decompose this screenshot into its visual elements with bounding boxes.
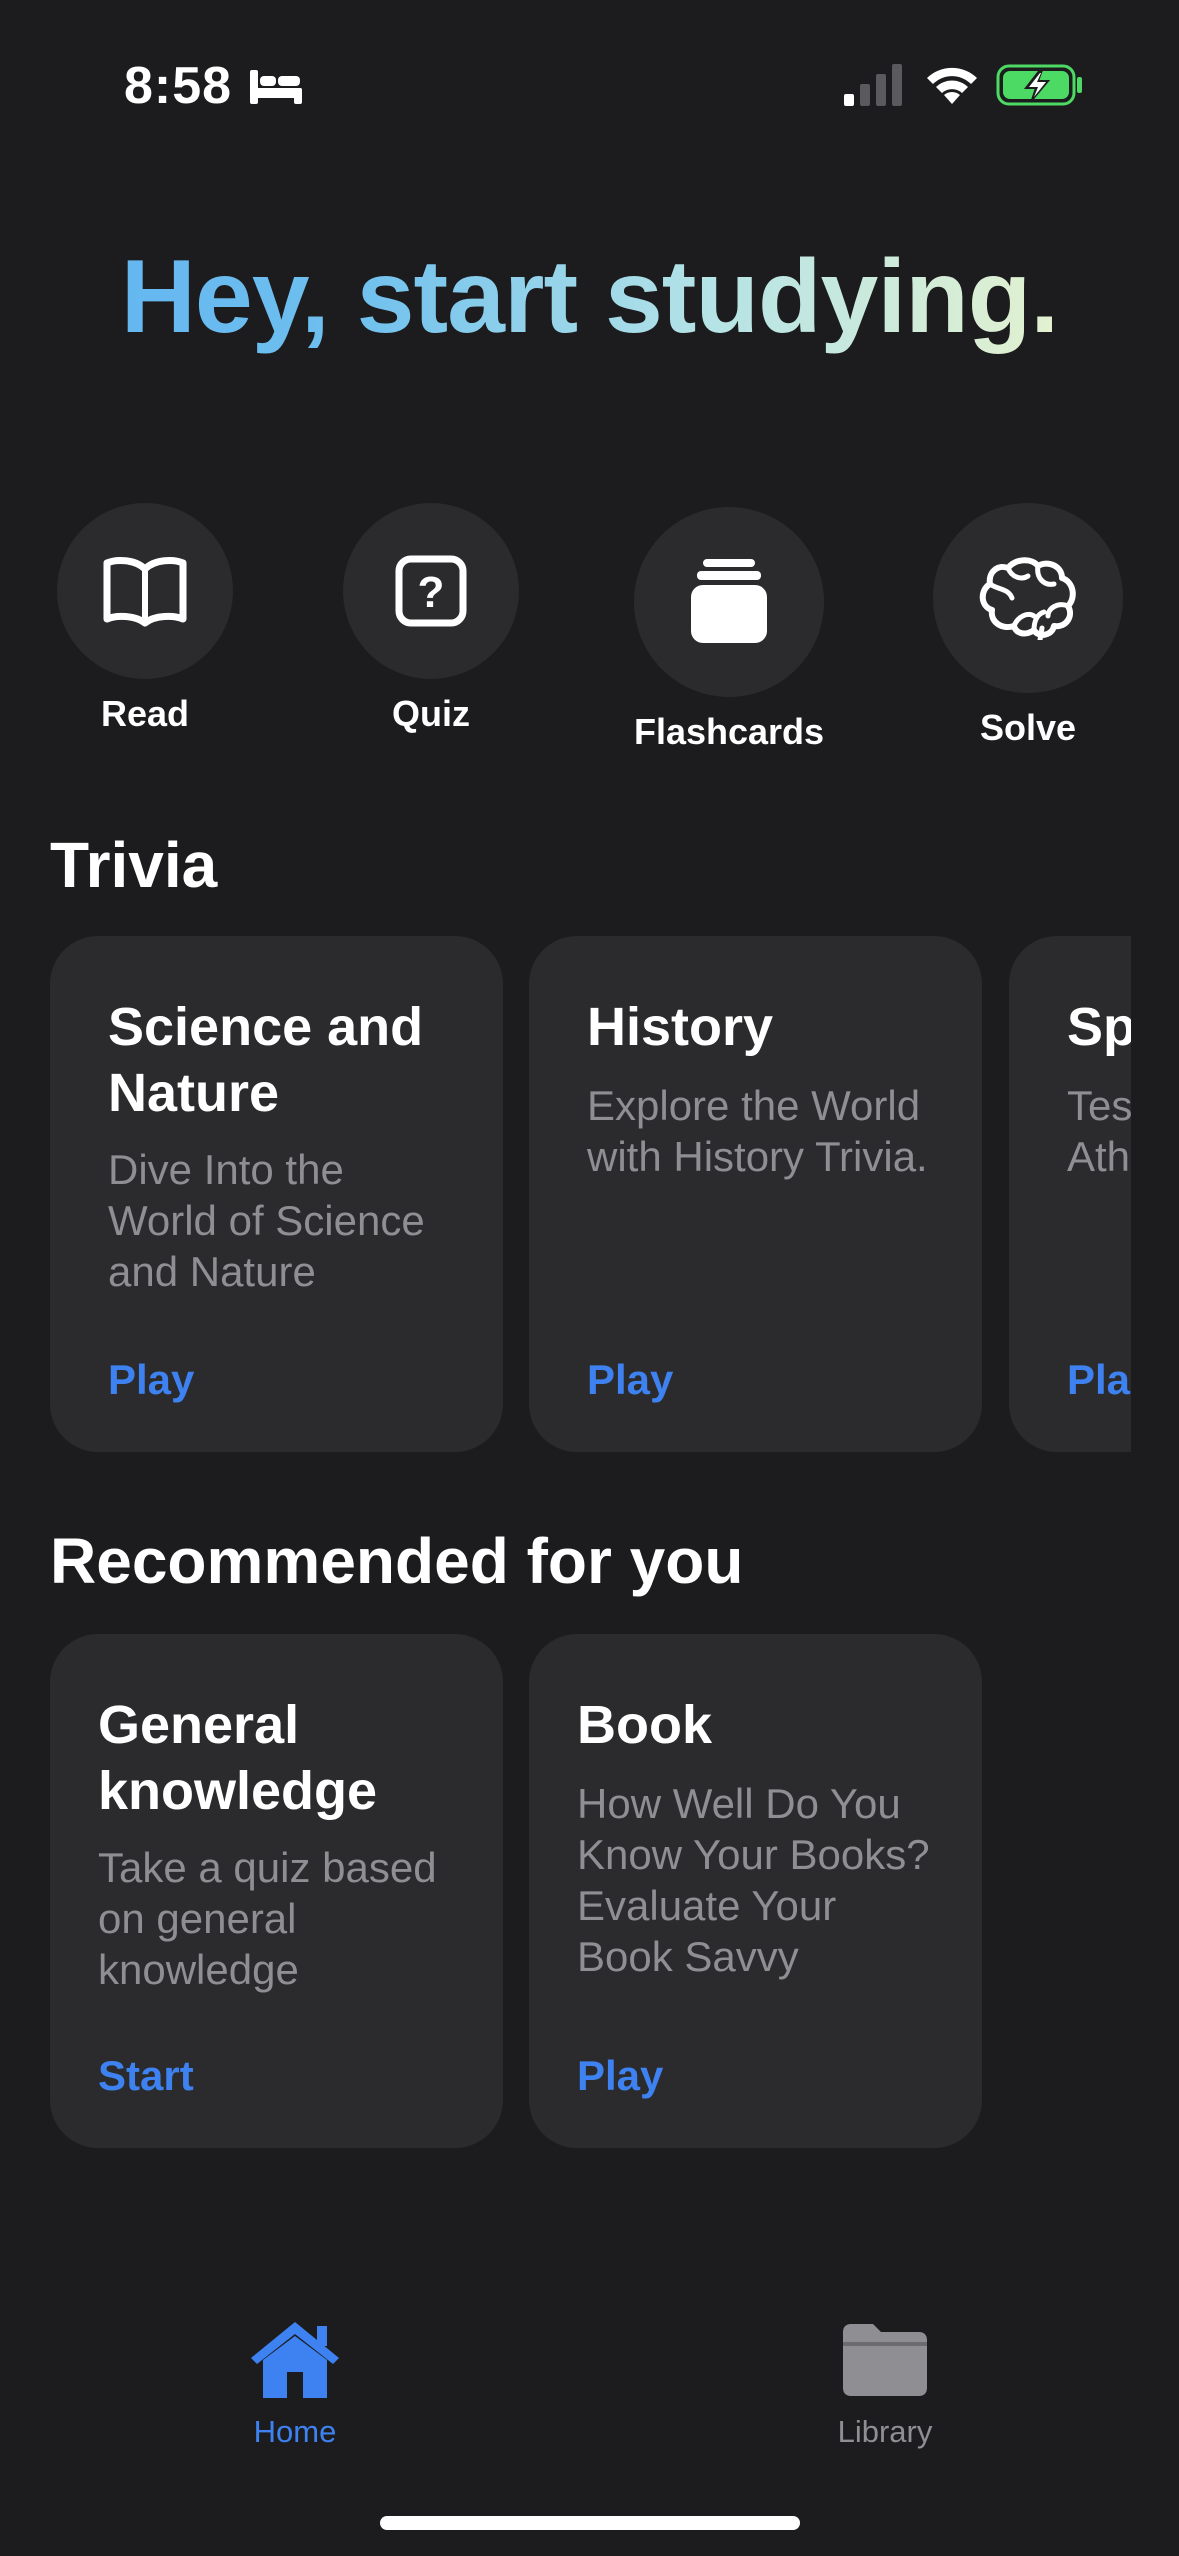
- quiz-action-label: Quiz: [392, 693, 470, 734]
- play-button[interactable]: Play: [108, 1356, 194, 1404]
- card-description: Take a quiz based on general knowledge: [98, 1844, 437, 1993]
- play-button[interactable]: Pla: [1067, 1356, 1130, 1404]
- tab-home[interactable]: Home: [220, 2318, 370, 2450]
- recommended-card-book[interactable]: Book How Well Do You Know Your Books? Ev…: [529, 1634, 982, 2148]
- flashcards-action-label: Flashcards: [633, 711, 825, 752]
- solve-action-button[interactable]: Solve: [918, 503, 1138, 749]
- sleep-bed-icon: [250, 70, 302, 104]
- recommended-section-title: Recommended for you: [50, 1525, 744, 1597]
- recommended-card-general-knowledge[interactable]: General knowledge Take a quiz based on g…: [50, 1634, 503, 2148]
- tab-home-label: Home: [253, 2414, 337, 2449]
- status-time: 8:58: [124, 57, 233, 115]
- card-title: History: [587, 997, 774, 1057]
- battery-charging-icon: [996, 64, 1082, 106]
- quiz-action-circle[interactable]: ?: [343, 503, 519, 679]
- house-icon: [251, 2322, 339, 2398]
- start-button[interactable]: Start: [98, 2052, 194, 2100]
- tab-library-label: Library: [837, 2414, 933, 2449]
- trivia-card-science-nature[interactable]: Science and Nature Dive Into the World o…: [50, 936, 503, 1452]
- home-screen: 8:58 Hey, start studying. Read ? Quiz Fl…: [0, 0, 1179, 2556]
- question-square-icon: ?: [395, 555, 467, 627]
- card-description: Tes Ath: [1067, 1082, 1131, 1180]
- card-title: General knowledge: [98, 1695, 378, 1821]
- quiz-action-button[interactable]: ? Quiz: [343, 503, 519, 735]
- solve-action-circle[interactable]: [933, 503, 1123, 693]
- trivia-carousel[interactable]: Science and Nature Dive Into the World o…: [0, 936, 1131, 1452]
- folder-icon: [843, 2324, 927, 2396]
- svg-text:?: ?: [418, 568, 445, 617]
- card-title: Science and Nature: [108, 997, 424, 1123]
- cellular-signal-icon: [844, 64, 902, 106]
- greeting-title: Hey, start studying.: [0, 238, 1179, 357]
- card-title: Book: [577, 1695, 712, 1755]
- flashcards-action-circle[interactable]: [634, 507, 824, 697]
- card-title: Sp: [1067, 997, 1131, 1057]
- wifi-icon: [927, 67, 977, 104]
- play-button[interactable]: Play: [587, 1356, 673, 1404]
- trivia-card-history[interactable]: History Explore the World with History T…: [529, 936, 982, 1452]
- trivia-section-title: Trivia: [50, 829, 218, 901]
- read-action-label: Read: [100, 693, 190, 734]
- read-action-circle[interactable]: [57, 503, 233, 679]
- open-book-icon: [103, 557, 187, 627]
- read-action-button[interactable]: Read: [57, 503, 233, 735]
- trivia-card-sports-partial[interactable]: Sp Tes Ath Pla: [1009, 936, 1131, 1452]
- solve-action-label: Solve: [979, 707, 1077, 748]
- play-button[interactable]: Play: [577, 2052, 663, 2100]
- brain-icon: [979, 557, 1076, 640]
- card-description: Dive Into the World of Science and Natur…: [108, 1146, 425, 1295]
- tab-library[interactable]: Library: [800, 2318, 970, 2450]
- home-indicator[interactable]: [380, 2516, 800, 2530]
- card-description: How Well Do You Know Your Books? Evaluat…: [577, 1780, 930, 1980]
- flashcards-action-button[interactable]: Flashcards: [610, 507, 848, 753]
- card-stack-icon: [691, 559, 767, 643]
- card-description: Explore the World with History Trivia.: [587, 1082, 928, 1180]
